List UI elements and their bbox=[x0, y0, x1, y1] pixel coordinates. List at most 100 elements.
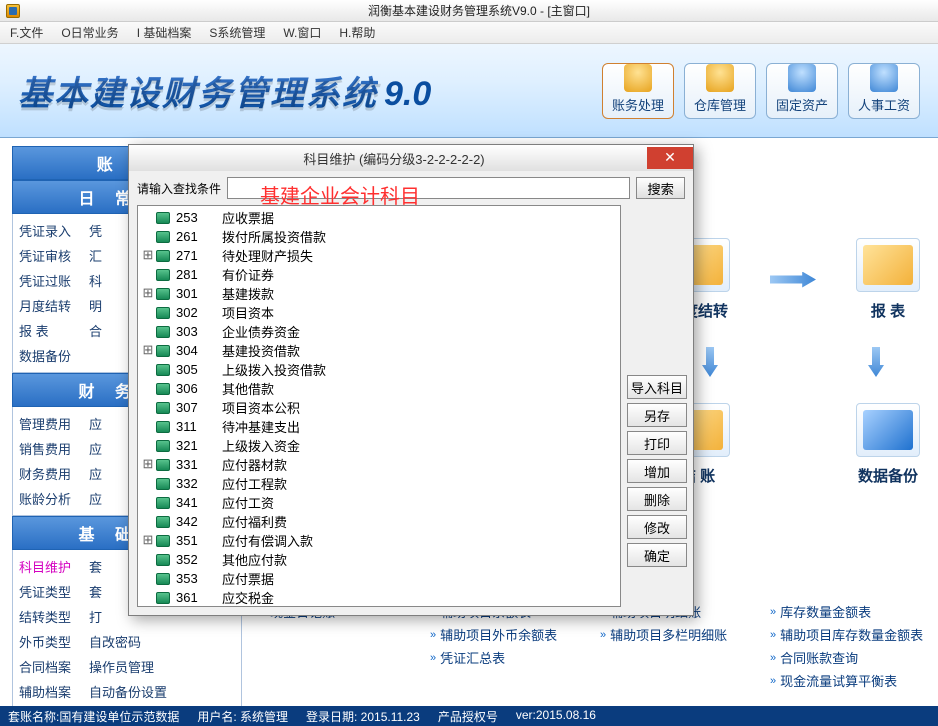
logo-text: 基本建设财务管理系统 bbox=[18, 75, 378, 113]
tree-node[interactable]: ⊞301基建拨款 bbox=[142, 284, 616, 303]
tree-node[interactable]: 305上级拨入投资借款 bbox=[142, 360, 616, 379]
panel-item[interactable]: 辅助档案自动备份设置 bbox=[19, 679, 235, 704]
node-icon bbox=[156, 459, 170, 471]
node-icon bbox=[156, 516, 170, 528]
menu-item[interactable]: W.窗口 bbox=[283, 24, 321, 41]
expand-icon[interactable]: ⊞ bbox=[142, 533, 154, 548]
logo-version: 9.0 bbox=[384, 75, 431, 113]
panel-item[interactable]: 外币类型自改密码 bbox=[19, 629, 235, 654]
top-button[interactable]: 固定资产 bbox=[766, 63, 838, 119]
panel-item[interactable]: 合同档案操作员管理 bbox=[19, 654, 235, 679]
expand-icon[interactable]: ⊞ bbox=[142, 286, 154, 301]
node-code: 304 bbox=[176, 343, 222, 358]
top-button[interactable]: 仓库管理 bbox=[684, 63, 756, 119]
tree-node[interactable]: 342应付福利费 bbox=[142, 512, 616, 531]
menu-item[interactable]: H.帮助 bbox=[339, 24, 375, 41]
tree-node[interactable]: 253应收票据 bbox=[142, 208, 616, 227]
tree-node[interactable]: ⊞ 304基建投资借款 bbox=[142, 341, 616, 360]
search-row: 请输入查找条件 搜索 bbox=[129, 171, 693, 205]
node-icon bbox=[156, 250, 170, 262]
big-icons-area: 月度结转 报 表 结 账 数据备份 bbox=[666, 238, 920, 486]
action-button[interactable]: 确定 bbox=[627, 543, 687, 567]
tree-node[interactable]: 307项目资本公积 bbox=[142, 398, 616, 417]
menu-item[interactable]: I 基础档案 bbox=[137, 24, 192, 41]
action-button[interactable]: 修改 bbox=[627, 515, 687, 539]
tree-node[interactable]: 361应交税金 bbox=[142, 588, 616, 607]
node-name: 应付有偿调入款 bbox=[222, 531, 313, 550]
node-name: 其他应付款 bbox=[222, 550, 287, 569]
node-code: 311 bbox=[176, 419, 222, 434]
node-icon bbox=[156, 269, 170, 281]
node-code: 342 bbox=[176, 514, 222, 529]
tree-node[interactable]: 302项目资本 bbox=[142, 303, 616, 322]
node-code: 341 bbox=[176, 495, 222, 510]
big-backup[interactable]: 数据备份 bbox=[856, 403, 920, 486]
node-name: 应付器材款 bbox=[222, 455, 287, 474]
link-item[interactable]: 凭证汇总表 bbox=[430, 648, 588, 667]
tree-node[interactable]: ⊞271待处理财产损失 bbox=[142, 246, 616, 265]
node-name: 上级拨入投资借款 bbox=[222, 360, 326, 379]
node-code: 352 bbox=[176, 552, 222, 567]
node-icon bbox=[156, 478, 170, 490]
node-name: 应付福利费 bbox=[222, 512, 287, 531]
link-item[interactable]: 库存数量金额表 bbox=[770, 602, 928, 621]
node-name: 应收票据 bbox=[222, 208, 274, 227]
search-input[interactable] bbox=[227, 177, 630, 199]
big-report[interactable]: 报 表 bbox=[856, 238, 920, 321]
tree-node[interactable]: 311待冲基建支出 bbox=[142, 417, 616, 436]
node-code: 351 bbox=[176, 533, 222, 548]
tree-node[interactable]: ⊞ 351应付有偿调入款 bbox=[142, 531, 616, 550]
node-name: 应付票据 bbox=[222, 569, 274, 588]
action-button[interactable]: 增加 bbox=[627, 459, 687, 483]
expand-icon[interactable]: ⊞ bbox=[142, 248, 154, 263]
action-button[interactable]: 打印 bbox=[627, 431, 687, 455]
node-code: 332 bbox=[176, 476, 222, 491]
tree-node[interactable]: 261拨付所属投资借款 bbox=[142, 227, 616, 246]
node-code: 303 bbox=[176, 324, 222, 339]
status-license: 产品授权号 bbox=[438, 708, 498, 724]
expand-icon[interactable]: ⊞ bbox=[142, 343, 154, 358]
top-buttons: 账务处理仓库管理固定资产人事工资 bbox=[602, 63, 920, 119]
node-name: 基建投资借款 bbox=[222, 341, 300, 360]
action-button[interactable]: 导入科目 bbox=[627, 375, 687, 399]
node-name: 应付工资 bbox=[222, 493, 274, 512]
node-icon bbox=[156, 497, 170, 509]
modal-account-maintain: 科目维护 (编码分级3-2-2-2-2-2) ✕ 请输入查找条件 搜索 253应… bbox=[128, 144, 694, 616]
top-button[interactable]: 账务处理 bbox=[602, 63, 674, 119]
link-item[interactable]: 合同账款查询 bbox=[770, 648, 928, 667]
node-code: 261 bbox=[176, 229, 222, 244]
menu-item[interactable]: S系统管理 bbox=[209, 24, 265, 41]
titlebar: 润衡基本建设财务管理系统V9.0 - [主窗口] bbox=[0, 0, 938, 22]
menu-item[interactable]: O日常业务 bbox=[61, 24, 118, 41]
node-code: 271 bbox=[176, 248, 222, 263]
link-item[interactable]: 辅助项目多栏明细账 bbox=[600, 625, 758, 644]
arrow-down-icon bbox=[702, 347, 718, 377]
top-button[interactable]: 人事工资 bbox=[848, 63, 920, 119]
node-name: 其他借款 bbox=[222, 379, 274, 398]
node-icon bbox=[156, 440, 170, 452]
action-button[interactable]: 另存 bbox=[627, 403, 687, 427]
action-button[interactable]: 删除 bbox=[627, 487, 687, 511]
expand-icon[interactable]: ⊞ bbox=[142, 457, 154, 472]
tree-node[interactable]: 341应付工资 bbox=[142, 493, 616, 512]
node-name: 基建拨款 bbox=[222, 284, 274, 303]
tree-node[interactable]: 306其他借款 bbox=[142, 379, 616, 398]
node-code: 331 bbox=[176, 457, 222, 472]
menu-item[interactable]: F.文件 bbox=[10, 24, 43, 41]
tree-node[interactable]: 321上级拨入资金 bbox=[142, 436, 616, 455]
tree-node[interactable]: 281有价证券 bbox=[142, 265, 616, 284]
tree-node[interactable]: 303企业债券资金 bbox=[142, 322, 616, 341]
link-item[interactable]: 辅助项目库存数量金额表 bbox=[770, 625, 928, 644]
tree-node[interactable]: 332应付工程款 bbox=[142, 474, 616, 493]
node-icon bbox=[156, 364, 170, 376]
link-item[interactable]: 辅助项目外币余额表 bbox=[430, 625, 588, 644]
close-button[interactable]: ✕ bbox=[647, 147, 693, 169]
tree-node[interactable]: ⊞ 331应付器材款 bbox=[142, 455, 616, 474]
search-button[interactable]: 搜索 bbox=[636, 177, 685, 199]
menubar: F.文件 O日常业务 I 基础档案 S系统管理 W.窗口 H.帮助 bbox=[0, 22, 938, 44]
link-item[interactable]: 现金流量试算平衡表 bbox=[770, 671, 928, 690]
tree-node[interactable]: 353应付票据 bbox=[142, 569, 616, 588]
arrow-down-icon bbox=[868, 347, 884, 377]
tree-node[interactable]: 352其他应付款 bbox=[142, 550, 616, 569]
tree-box[interactable]: 253应收票据261拨付所属投资借款⊞271待处理财产损失281有价证券⊞301… bbox=[137, 205, 621, 607]
